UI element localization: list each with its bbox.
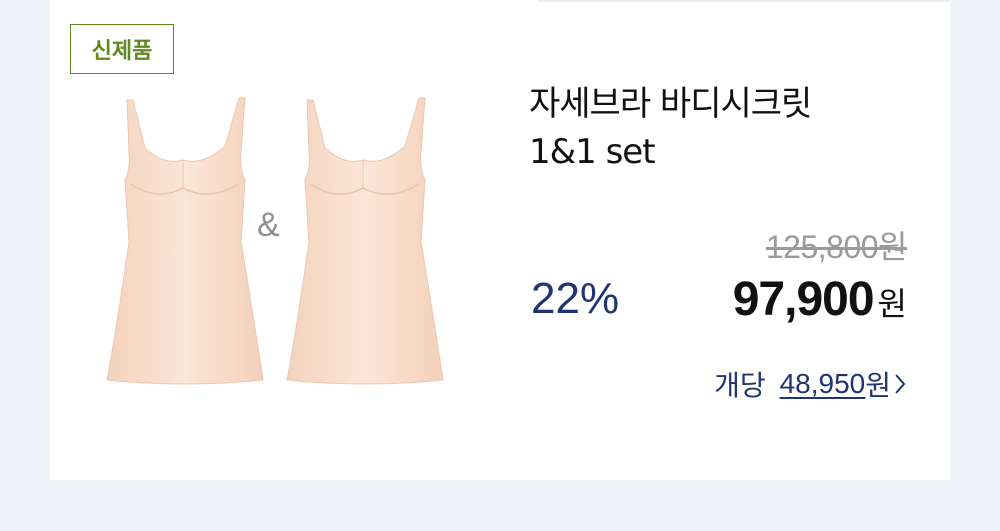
sale-price-currency: 원 [877,286,907,322]
unit-price-currency: 원 [865,370,891,401]
product-title-line1: 자세브라 바디시크릿 [529,84,812,124]
unit-price-link[interactable]: 개당 48,950 원 [714,364,907,404]
divider [538,0,950,2]
original-price-currency: 원 [878,229,907,265]
discount-rate: 22% [531,274,620,323]
product-title[interactable]: 자세브라 바디시크릿 1&1 set [529,80,909,176]
badge-label: 신제품 [91,38,153,63]
new-product-badge: 신제품 [70,24,174,74]
sale-price: 97,900 원 [733,272,907,327]
unit-price-label: 개당 [714,370,766,401]
unit-price-value: 48,950 [779,368,866,399]
product-image-slip-1[interactable] [105,96,265,386]
ampersand-separator: & [257,206,280,244]
original-price-value: 125,800 [765,229,879,265]
sale-price-value: 97,900 [732,273,875,326]
product-image-slip-2[interactable] [285,96,445,386]
chevron-right-icon [895,374,906,394]
product-title-line2: 1&1 set [529,132,656,172]
product-card[interactable]: 신제품 & 자세브라 바디시크릿 1&1 set 125,800원 22% 97… [50,0,950,480]
original-price: 125,800원 [765,222,908,268]
